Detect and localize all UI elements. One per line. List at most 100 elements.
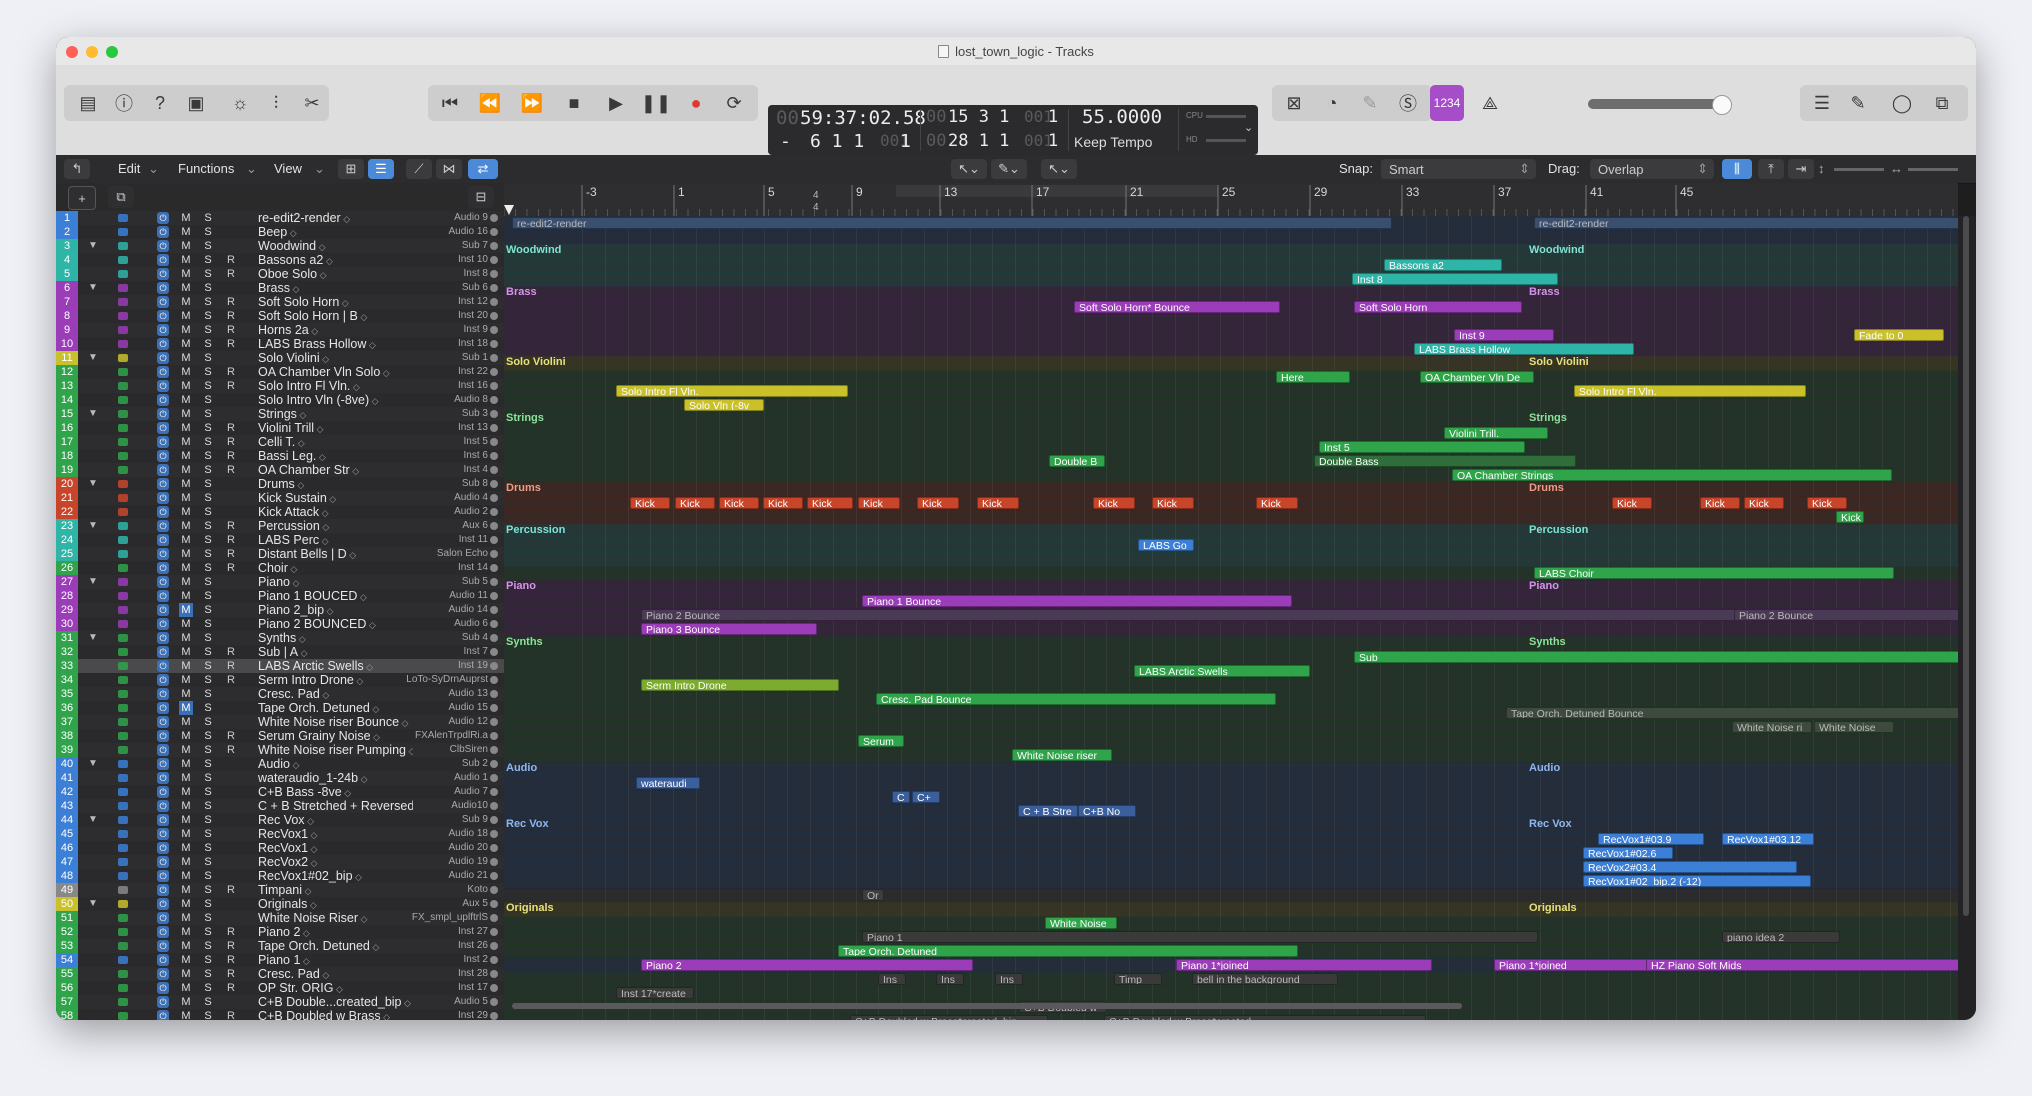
track-volume-knob[interactable] (490, 410, 498, 418)
mute-button[interactable]: M (179, 603, 193, 617)
record-enable-button[interactable]: R (224, 729, 238, 743)
track-lane[interactable] (504, 762, 1958, 777)
list-view-icon[interactable]: ☰ (368, 159, 394, 179)
lcd-menu-chevron-icon[interactable]: ⌄ (1244, 121, 1253, 134)
record-enable-button[interactable]: R (224, 379, 238, 393)
track-on-icon[interactable]: ⏻ (157, 814, 169, 826)
track-header[interactable]: 7 ⏻ M S R Soft Solo Horn ◇ Inst 12 (56, 295, 504, 309)
track-volume-knob[interactable] (490, 858, 498, 866)
region[interactable]: C+B No (1078, 805, 1136, 817)
track-on-icon[interactable]: ⏻ (157, 940, 169, 952)
track-on-icon[interactable]: ⏻ (157, 604, 169, 616)
track-lane[interactable] (504, 356, 1958, 371)
track-on-icon[interactable]: ⏻ (157, 842, 169, 854)
mute-button[interactable]: M (179, 673, 193, 687)
region[interactable]: Kick (675, 497, 715, 509)
horizontal-scrollbar[interactable] (512, 1003, 1462, 1009)
track-header[interactable]: 13 ⏻ M S R Solo Intro Fl Vln. ◇ Inst 16 (56, 379, 504, 393)
mute-button[interactable]: M (179, 435, 193, 449)
track-lane[interactable] (504, 580, 1958, 595)
track-header[interactable]: 16 ⏻ M S R Violini Trill ◇ Inst 13 (56, 421, 504, 435)
mute-button[interactable]: M (179, 911, 193, 925)
track-on-icon[interactable]: ⏻ (157, 590, 169, 602)
region[interactable]: Ins (936, 973, 964, 985)
track-header[interactable]: 44 ▼ ⏻ M S Rec Vox ◇ Sub 9 (56, 813, 504, 827)
record-enable-button[interactable]: R (224, 421, 238, 435)
folder-disclosure-icon[interactable]: ▼ (88, 519, 98, 533)
solo-button[interactable]: S (201, 561, 215, 575)
region[interactable]: Kick (1152, 497, 1194, 509)
mute-button[interactable]: M (179, 785, 193, 799)
mute-button[interactable]: M (179, 883, 193, 897)
track-header[interactable]: 40 ▼ ⏻ M S Audio ◇ Sub 2 (56, 757, 504, 771)
add-track-button[interactable]: + (68, 186, 96, 210)
track-lane[interactable] (504, 230, 1958, 245)
catch-icon[interactable]: ⇄ (468, 159, 498, 179)
track-volume-knob[interactable] (490, 732, 498, 740)
region[interactable]: HZ Piano Soft Mids (1646, 959, 1958, 971)
track-header[interactable]: 1 ⏻ M Sre-edit2-render ◇ Audio 9 (56, 211, 504, 225)
record-enable-button[interactable]: R (224, 519, 238, 533)
go-to-beginning-icon[interactable]: ⏮ (428, 85, 472, 121)
flex-icon[interactable]: ⋈ (436, 159, 462, 179)
mute-button[interactable]: M (179, 827, 193, 841)
track-header[interactable]: 28 ⏻ M S Piano 1 BOUCED ◇ Audio 11 (56, 589, 504, 603)
region[interactable]: Piano 2 Bounce (1734, 609, 1958, 621)
region[interactable]: Sub (1354, 651, 1958, 663)
track-volume-knob[interactable] (490, 676, 498, 684)
solo-button[interactable]: S (201, 771, 215, 785)
track-lane[interactable] (504, 524, 1958, 539)
region[interactable]: Kick (1700, 497, 1740, 509)
solo-button[interactable]: S (201, 519, 215, 533)
solo-button[interactable]: S (201, 351, 215, 365)
track-header[interactable]: 50 ▼ ⏻ M S Originals ◇ Aux 5 (56, 897, 504, 911)
region[interactable]: Inst 5 (1319, 441, 1525, 453)
track-volume-knob[interactable] (490, 340, 498, 348)
mute-button[interactable]: M (179, 477, 193, 491)
solo-button[interactable]: S (201, 869, 215, 883)
solo-icon[interactable]: Ⓢ (1386, 85, 1430, 121)
mute-button[interactable]: M (179, 1009, 193, 1020)
track-on-icon[interactable]: ⏻ (157, 464, 169, 476)
region[interactable]: Timp (1114, 973, 1162, 985)
track-volume-knob[interactable] (490, 662, 498, 670)
track-header[interactable]: 36 ⏻ M S Tape Orch. Detuned ◇ Audio 15 (56, 701, 504, 715)
track-header[interactable]: 46 ⏻ M S RecVox1 ◇ Audio 20 (56, 841, 504, 855)
solo-button[interactable]: S (201, 547, 215, 561)
minimize-window-button[interactable] (86, 46, 98, 58)
track-header[interactable]: 24 ⏻ M S R LABS Perc ◇ Inst 11 (56, 533, 504, 547)
track-volume-knob[interactable] (490, 802, 498, 810)
track-lane[interactable] (504, 244, 1958, 259)
solo-button[interactable]: S (201, 827, 215, 841)
region[interactable]: Violini Trill. (1444, 427, 1548, 439)
region[interactable]: RecVox1#02.6 (1583, 847, 1673, 859)
track-volume-knob[interactable] (490, 1012, 498, 1020)
record-enable-button[interactable]: R (224, 449, 238, 463)
folder-disclosure-icon[interactable]: ▼ (88, 477, 98, 491)
duplicate-track-icon[interactable]: ⧉ (108, 186, 134, 208)
track-volume-knob[interactable] (490, 900, 498, 908)
track-on-icon[interactable]: ⏻ (157, 268, 169, 280)
track-volume-knob[interactable] (490, 648, 498, 656)
track-header[interactable]: 10 ⏻ M S R LABS Brass Hollow ◇ Inst 18 (56, 337, 504, 351)
close-window-button[interactable] (66, 46, 78, 58)
solo-button[interactable]: S (201, 939, 215, 953)
record-enable-button[interactable]: R (224, 323, 238, 337)
record-enable-button[interactable]: R (224, 743, 238, 757)
region[interactable]: C+ (912, 791, 940, 803)
track-volume-knob[interactable] (490, 928, 498, 936)
track-on-icon[interactable]: ⏻ (157, 422, 169, 434)
track-on-icon[interactable]: ⏻ (157, 744, 169, 756)
track-header[interactable]: 4 ⏻ M S R Bassons a2 ◇ Inst 10 (56, 253, 504, 267)
solo-button[interactable]: S (201, 309, 215, 323)
track-lane[interactable] (504, 328, 1958, 343)
region[interactable]: LABS Arctic Swells (1134, 665, 1310, 677)
mute-button[interactable]: M (179, 687, 193, 701)
track-lane[interactable] (504, 286, 1958, 301)
region[interactable]: Inst 8 (1352, 273, 1558, 285)
region[interactable]: Piano 1*joined (1176, 959, 1432, 971)
region[interactable]: Fade to 0 (1854, 329, 1944, 341)
track-header[interactable]: 42 ⏻ M S C+B Bass -8ve ◇ Audio 7 (56, 785, 504, 799)
mute-button[interactable]: M (179, 267, 193, 281)
track-volume-knob[interactable] (490, 788, 498, 796)
